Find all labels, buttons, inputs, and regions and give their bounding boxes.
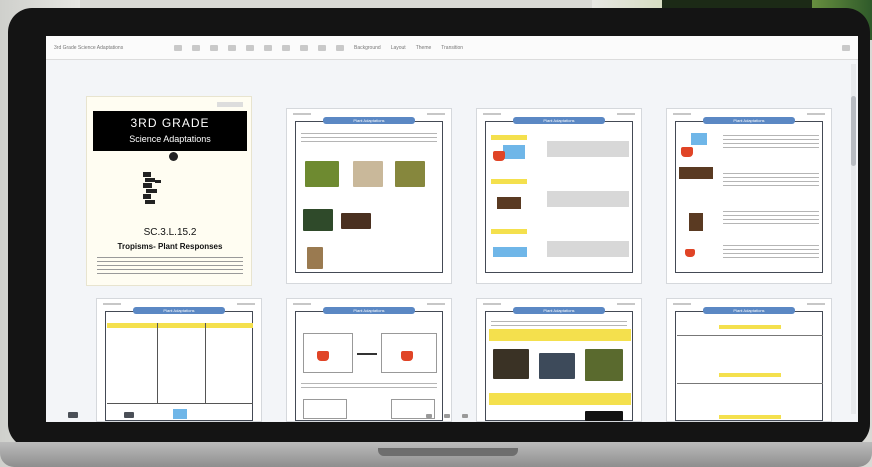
cover-grade: 3RD GRADE (130, 116, 210, 130)
slide-thumbnail[interactable]: Plant Adaptations (666, 108, 832, 284)
plant-photo (395, 161, 425, 187)
cover-title-block: 3RD GRADE Science Adaptations (93, 111, 247, 151)
slide-title: Plant Adaptations (323, 117, 415, 124)
slide-grid: 3RD GRADE Science Adaptations SC.3.L.15.… (76, 68, 846, 422)
line-icon[interactable] (318, 44, 326, 51)
toolbar-theme-button[interactable]: Theme (416, 45, 432, 51)
cover-standard: SC.3.L.15.2 (143, 227, 197, 238)
plant-photo (303, 209, 333, 231)
plant-photo (539, 353, 575, 379)
cover-subtitle: Science Adaptations (129, 134, 211, 144)
plant-photo (307, 247, 323, 269)
toolbar-layout-button[interactable]: Layout (391, 45, 406, 51)
slide-thumbnail-cover[interactable]: 3RD GRADE Science Adaptations SC.3.L.15.… (86, 96, 252, 286)
filmstrip-view-icon[interactable] (124, 412, 134, 418)
slide-thumbnail[interactable]: Plant Adaptations (666, 298, 832, 422)
slide-title: Plant Adaptations (513, 117, 605, 124)
toolbar-background-button[interactable]: Background (354, 45, 381, 51)
slide-thumbnail[interactable]: Plant Adaptations (476, 108, 642, 284)
slide-title: Plant Adaptations (513, 307, 605, 314)
slide-thumbnail[interactable]: Plant Adaptations (476, 298, 642, 422)
cursor-icon[interactable] (246, 44, 254, 51)
undo-icon[interactable] (174, 44, 182, 51)
zoom-icon[interactable] (228, 44, 236, 51)
zoom-in-icon[interactable] (444, 414, 450, 418)
cover-topic: Tropisms- Plant Responses (117, 242, 223, 251)
slide-title: Plant Adaptations (703, 307, 795, 314)
slide-title: Plant Adaptations (703, 117, 795, 124)
slide-thumbnail[interactable]: Plant Adaptations (96, 298, 262, 422)
redo-icon[interactable] (192, 44, 200, 51)
plant-photo (305, 161, 339, 187)
scrollbar-thumb[interactable] (851, 96, 856, 166)
toolbar-transition-button[interactable]: Transition (441, 45, 463, 51)
print-icon[interactable] (210, 44, 218, 51)
plant-photo (341, 213, 371, 229)
slide-thumbnail[interactable]: Plant Adaptations (286, 298, 452, 422)
slide-title: Plant Adaptations (133, 307, 225, 314)
image-icon[interactable] (282, 44, 290, 51)
textbox-icon[interactable] (264, 44, 272, 51)
comment-icon[interactable] (336, 44, 344, 51)
cover-description (97, 257, 243, 275)
document-title[interactable]: 3rd Grade Science Adaptations (54, 45, 164, 51)
slides-toolbar: 3rd Grade Science Adaptations Background… (46, 36, 858, 60)
laptop-screen: 3rd Grade Science Adaptations Background… (46, 36, 858, 422)
grid-view-icon[interactable] (68, 412, 78, 418)
laptop-notch (378, 448, 518, 456)
collapse-icon[interactable] (842, 44, 850, 51)
zoom-out-icon[interactable] (426, 414, 432, 418)
plant-photo (493, 349, 529, 379)
slide-title: Plant Adaptations (323, 307, 415, 314)
plant-photo (353, 161, 383, 187)
plant-icon (143, 152, 178, 212)
plant-photo (585, 349, 623, 381)
slide-thumbnail[interactable]: Plant Adaptations (286, 108, 452, 284)
shape-icon[interactable] (300, 44, 308, 51)
fit-icon[interactable] (462, 414, 468, 418)
laptop-bezel: 3rd Grade Science Adaptations Background… (8, 8, 870, 448)
